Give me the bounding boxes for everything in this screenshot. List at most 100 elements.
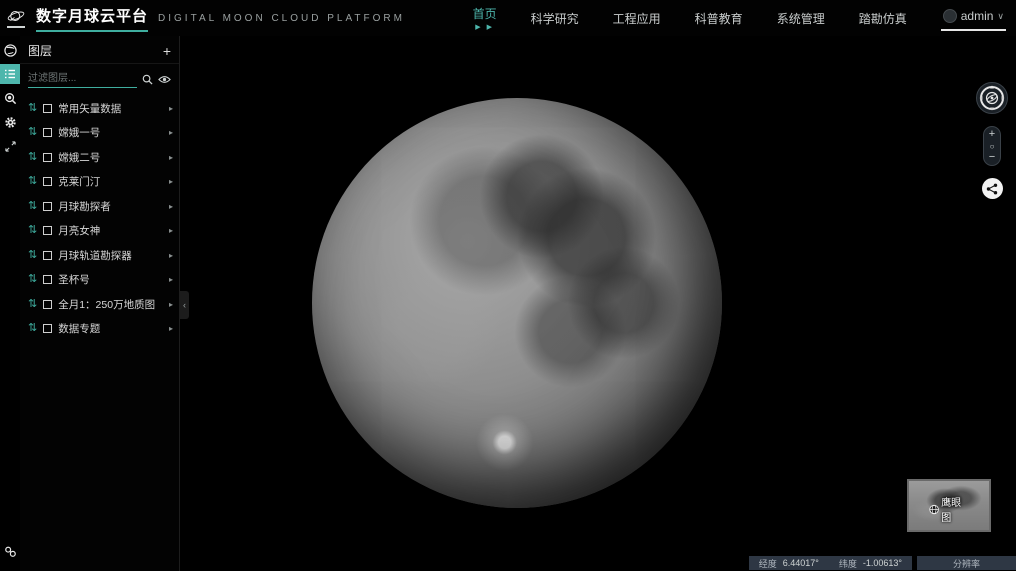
layer-checkbox[interactable] bbox=[43, 275, 52, 284]
layer-checkbox[interactable] bbox=[43, 300, 52, 309]
layer-label: 月亮女神 bbox=[58, 223, 163, 238]
latitude-value: -1.00613° bbox=[863, 558, 902, 568]
layer-row-lunar-prospector[interactable]: ⇅ 月球勘探者 ▸ bbox=[20, 194, 179, 219]
page-title: 数字月球云平台 bbox=[36, 5, 148, 32]
layer-label: 圣杯号 bbox=[58, 272, 163, 287]
main-nav: 首页 ▶ ▶ 科学研究 工程应用 科普教育 系统管理 踏勘仿真 admin ∨ bbox=[473, 5, 1006, 31]
nav-item-science-research[interactable]: 科学研究 bbox=[531, 10, 579, 27]
drag-handle-icon[interactable]: ⇅ bbox=[28, 127, 37, 138]
search-globe-icon[interactable] bbox=[0, 88, 20, 108]
drag-handle-icon[interactable]: ⇅ bbox=[28, 274, 37, 285]
drag-handle-icon[interactable]: ⇅ bbox=[28, 103, 37, 114]
layer-checkbox[interactable] bbox=[43, 251, 52, 260]
chevron-right-icon[interactable]: ▸ bbox=[169, 202, 173, 211]
drag-handle-icon[interactable]: ⇅ bbox=[28, 323, 37, 334]
layer-label: 常用矢量数据 bbox=[58, 101, 163, 116]
longitude-value: 6.44017° bbox=[783, 558, 819, 568]
globe-icon[interactable] bbox=[0, 40, 20, 60]
minimap-label-text: 鹰眼图 bbox=[941, 494, 969, 524]
avatar bbox=[943, 9, 957, 23]
moon-orbit-logo-icon bbox=[7, 8, 25, 24]
panel-collapse-handle[interactable]: ‹ bbox=[180, 291, 189, 319]
add-layer-button[interactable]: + bbox=[163, 44, 171, 58]
latitude-label: 纬度 bbox=[839, 557, 857, 570]
layers-panel-header: 图层 + bbox=[20, 36, 179, 64]
share-button[interactable] bbox=[982, 178, 1003, 199]
layer-filter-input[interactable] bbox=[28, 71, 137, 88]
layer-checkbox[interactable] bbox=[43, 153, 52, 162]
header: 数字月球云平台 DIGITAL MOON CLOUD PLATFORM 首页 ▶… bbox=[0, 0, 1016, 36]
layer-checkbox[interactable] bbox=[43, 226, 52, 235]
share-icon bbox=[986, 183, 998, 195]
coordinates-readout: 经度 6.44017° 纬度 -1.00613° bbox=[749, 556, 912, 570]
layers-panel: 图层 + ⇅ 常用矢量数据 ▸ ⇅ 嫦娥一号 ▸ ⇅ bbox=[20, 36, 180, 571]
chevron-right-icon[interactable]: ▸ bbox=[169, 251, 173, 260]
chevron-down-icon: ∨ bbox=[997, 11, 1004, 22]
drag-handle-icon[interactable]: ⇅ bbox=[28, 299, 37, 310]
status-bar: 经度 6.44017° 纬度 -1.00613° 分辨率 bbox=[749, 556, 1016, 570]
nav-item-science-education[interactable]: 科普教育 bbox=[695, 10, 743, 27]
moon-globe[interactable] bbox=[312, 98, 722, 508]
gear-icon[interactable] bbox=[0, 112, 20, 132]
chevron-right-icon[interactable]: ▸ bbox=[169, 104, 173, 113]
layer-checkbox[interactable] bbox=[43, 202, 52, 211]
layer-label: 全月1：250万地质图 bbox=[58, 297, 163, 312]
layer-row-geologic-map[interactable]: ⇅ 全月1：250万地质图 ▸ bbox=[20, 292, 179, 317]
moon-3d-viewport[interactable] bbox=[180, 36, 1016, 571]
chevron-right-icon[interactable]: ▸ bbox=[169, 226, 173, 235]
user-menu[interactable]: admin ∨ bbox=[941, 5, 1006, 31]
drag-handle-icon[interactable]: ⇅ bbox=[28, 201, 37, 212]
active-nav-marks: ▶ ▶ bbox=[473, 23, 497, 31]
layer-checkbox[interactable] bbox=[43, 324, 52, 333]
compass-control[interactable] bbox=[976, 82, 1008, 114]
layer-label: 月球轨道勘探器 bbox=[58, 248, 163, 263]
link-nodes-icon[interactable] bbox=[0, 541, 20, 561]
nav-item-survey-simulation[interactable]: 踏勘仿真 bbox=[859, 10, 907, 27]
compass-icon bbox=[979, 85, 1005, 111]
layer-row-kaguya[interactable]: ⇅ 月亮女神 ▸ bbox=[20, 219, 179, 244]
layer-row-change-1[interactable]: ⇅ 嫦娥一号 ▸ bbox=[20, 121, 179, 146]
chevron-right-icon[interactable]: ▸ bbox=[169, 300, 173, 309]
layer-row-clementine[interactable]: ⇅ 克莱门汀 ▸ bbox=[20, 170, 179, 195]
layer-row-change-2[interactable]: ⇅ 嫦娥二号 ▸ bbox=[20, 145, 179, 170]
page-subtitle: DIGITAL MOON CLOUD PLATFORM bbox=[158, 13, 405, 24]
chevron-right-icon[interactable]: ▸ bbox=[169, 128, 173, 137]
layer-label: 月球勘探者 bbox=[58, 199, 163, 214]
zoom-control: + ○ − bbox=[983, 126, 1001, 166]
zoom-in-button[interactable]: + bbox=[989, 129, 995, 140]
layer-filter-row bbox=[20, 64, 179, 90]
layer-label: 数据专题 bbox=[58, 321, 163, 336]
drag-handle-icon[interactable]: ⇅ bbox=[28, 152, 37, 163]
nav-item-system-management[interactable]: 系统管理 bbox=[777, 10, 825, 27]
layer-row-lro[interactable]: ⇅ 月球轨道勘探器 ▸ bbox=[20, 243, 179, 268]
drag-handle-icon[interactable]: ⇅ bbox=[28, 250, 37, 261]
chevron-right-icon[interactable]: ▸ bbox=[169, 324, 173, 333]
layer-checkbox[interactable] bbox=[43, 104, 52, 113]
eye-icon[interactable] bbox=[158, 75, 171, 84]
logo-underline bbox=[7, 26, 25, 28]
layer-checkbox[interactable] bbox=[43, 128, 52, 137]
resolution-label: 分辨率 bbox=[953, 557, 980, 570]
drag-handle-icon[interactable]: ⇅ bbox=[28, 225, 37, 236]
layer-label: 嫦娥一号 bbox=[58, 125, 163, 140]
overview-minimap[interactable]: 鹰眼图 bbox=[907, 479, 991, 532]
layer-row-grail[interactable]: ⇅ 圣杯号 ▸ bbox=[20, 268, 179, 293]
user-name: admin bbox=[961, 9, 994, 23]
layer-list-icon[interactable] bbox=[0, 64, 20, 84]
zoom-out-button[interactable]: − bbox=[989, 152, 995, 163]
nav-item-engineering-apps[interactable]: 工程应用 bbox=[613, 10, 661, 27]
chevron-right-icon[interactable]: ▸ bbox=[169, 177, 173, 186]
drag-handle-icon[interactable]: ⇅ bbox=[28, 176, 37, 187]
layer-row-common-vector-data[interactable]: ⇅ 常用矢量数据 ▸ bbox=[20, 96, 179, 121]
chevron-right-icon[interactable]: ▸ bbox=[169, 275, 173, 284]
fullscreen-expand-icon[interactable] bbox=[0, 136, 20, 156]
layer-list: ⇅ 常用矢量数据 ▸ ⇅ 嫦娥一号 ▸ ⇅ 嫦娥二号 ▸ ⇅ 克莱门汀 bbox=[20, 96, 179, 341]
zoom-reset-button[interactable]: ○ bbox=[990, 142, 995, 151]
view-controls: + ○ − bbox=[976, 82, 1008, 199]
chevron-right-icon[interactable]: ▸ bbox=[169, 153, 173, 162]
layer-row-data-topics[interactable]: ⇅ 数据专题 ▸ bbox=[20, 317, 179, 342]
search-icon[interactable] bbox=[142, 74, 153, 85]
sidebar-icon-rail bbox=[0, 36, 20, 571]
layer-checkbox[interactable] bbox=[43, 177, 52, 186]
nav-item-home[interactable]: 首页 ▶ ▶ bbox=[473, 5, 497, 31]
